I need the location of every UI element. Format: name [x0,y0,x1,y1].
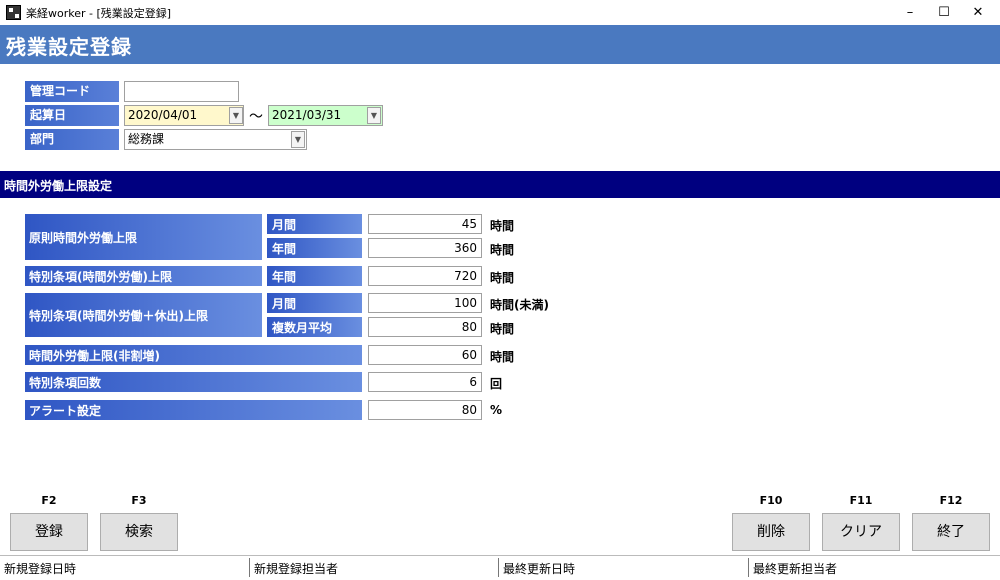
code-label: 管理コード [25,81,119,102]
period-to-select[interactable]: 2021/03/31 [268,105,383,126]
alert-input[interactable]: 80 [368,400,482,420]
department-value: 総務課 [128,132,165,146]
special-count-input[interactable]: 6 [368,372,482,392]
status-divider [498,558,499,577]
department-select[interactable]: 総務課 [124,129,307,150]
non-premium-unit: 時間 [490,350,515,364]
period-separator: ～ [249,109,263,125]
close-button[interactable]: ✕ [960,0,996,25]
section-title: 時間外労働上限設定 [4,179,113,193]
status-updated-by: 最終更新担当者 [753,562,838,576]
department-label: 部門 [25,129,119,150]
alert-unit: % [490,403,503,417]
non-premium-input[interactable]: 60 [368,345,482,365]
non-premium-label: 時間外労働上限(非割増) [25,345,362,365]
maximize-button[interactable]: ☐ [926,0,962,25]
register-button[interactable]: 登録 [10,513,88,551]
f12-key-label: F12 [939,494,963,507]
clear-button[interactable]: クリア [822,513,900,551]
special-total-monthly-label: 月間 [267,293,362,313]
special-total-monthly-input[interactable]: 100 [368,293,482,313]
app-icon [6,5,21,20]
status-divider [249,558,250,577]
f11-key-label: F11 [849,494,873,507]
window-title: 楽経worker - [残業設定登録] [26,7,172,20]
minimize-button[interactable]: – [892,0,928,25]
special-total-multi-month-label: 複数月平均 [267,317,362,337]
status-updated-at: 最終更新日時 [503,562,576,576]
special-total-multi-month-unit: 時間 [490,322,515,336]
principle-monthly-input[interactable]: 45 [368,214,482,234]
principle-monthly-unit: 時間 [490,219,515,233]
code-input[interactable] [124,81,239,102]
special-overtime-yearly-label: 年間 [267,266,362,286]
period-from-select[interactable]: 2020/04/01 [124,105,244,126]
special-total-label: 特別条項(時間外労働＋休出)上限 [25,293,262,337]
section-bar [0,171,1000,198]
status-created-by: 新規登録担当者 [254,562,339,576]
special-total-multi-month-input[interactable]: 80 [368,317,482,337]
status-created-at: 新規登録日時 [4,562,77,576]
special-total-monthly-unit: 時間(未満) [490,298,549,312]
principle-yearly-label: 年間 [267,238,362,258]
principle-yearly-unit: 時間 [490,243,515,257]
search-button[interactable]: 検索 [100,513,178,551]
special-overtime-yearly-unit: 時間 [490,271,515,285]
delete-button[interactable]: 削除 [732,513,810,551]
period-label: 起算日 [25,105,119,126]
principle-limit-label: 原則時間外労働上限 [25,214,262,260]
principle-monthly-label: 月間 [267,214,362,234]
special-overtime-label: 特別条項(時間外労働)上限 [25,266,262,286]
f3-key-label: F3 [131,494,147,507]
period-to-value: 2021/03/31 [272,108,342,122]
status-divider [748,558,749,577]
chevron-down-icon[interactable]: ▼ [291,131,305,148]
period-from-value: 2020/04/01 [128,108,198,122]
special-count-label: 特別条項回数 [25,372,362,392]
special-count-unit: 回 [490,377,503,391]
alert-label: アラート設定 [25,400,362,420]
principle-yearly-input[interactable]: 360 [368,238,482,258]
f2-key-label: F2 [41,494,57,507]
header-band [0,25,1000,64]
chevron-down-icon[interactable]: ▼ [229,107,243,124]
special-overtime-yearly-input[interactable]: 720 [368,266,482,286]
f10-key-label: F10 [759,494,783,507]
status-bar [0,555,1000,580]
exit-button[interactable]: 終了 [912,513,990,551]
chevron-down-icon[interactable]: ▼ [367,107,381,124]
page-title: 残業設定登録 [6,35,132,59]
